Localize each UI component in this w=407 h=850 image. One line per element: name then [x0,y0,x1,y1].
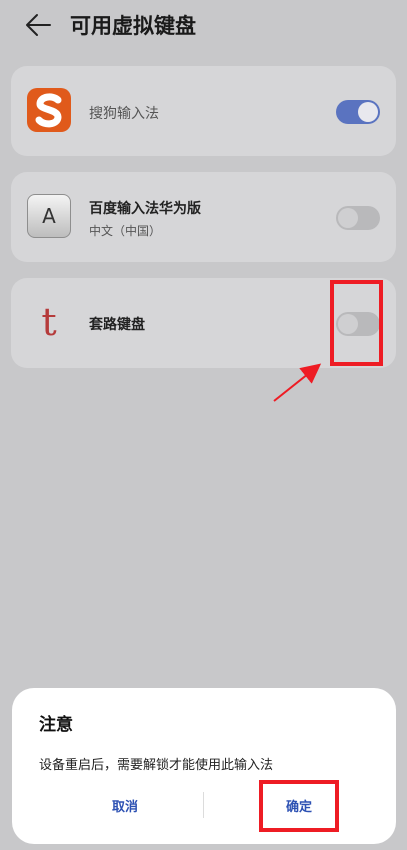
dialog-message: 设备重启后，需要解锁才能使用此输入法 [39,758,274,773]
annotation-arrow [273,363,322,402]
dialog-title: 注意 [39,715,73,735]
button-divider [203,792,204,818]
annotation-box-confirm [259,780,339,832]
cancel-button[interactable]: 取消 [80,796,170,815]
